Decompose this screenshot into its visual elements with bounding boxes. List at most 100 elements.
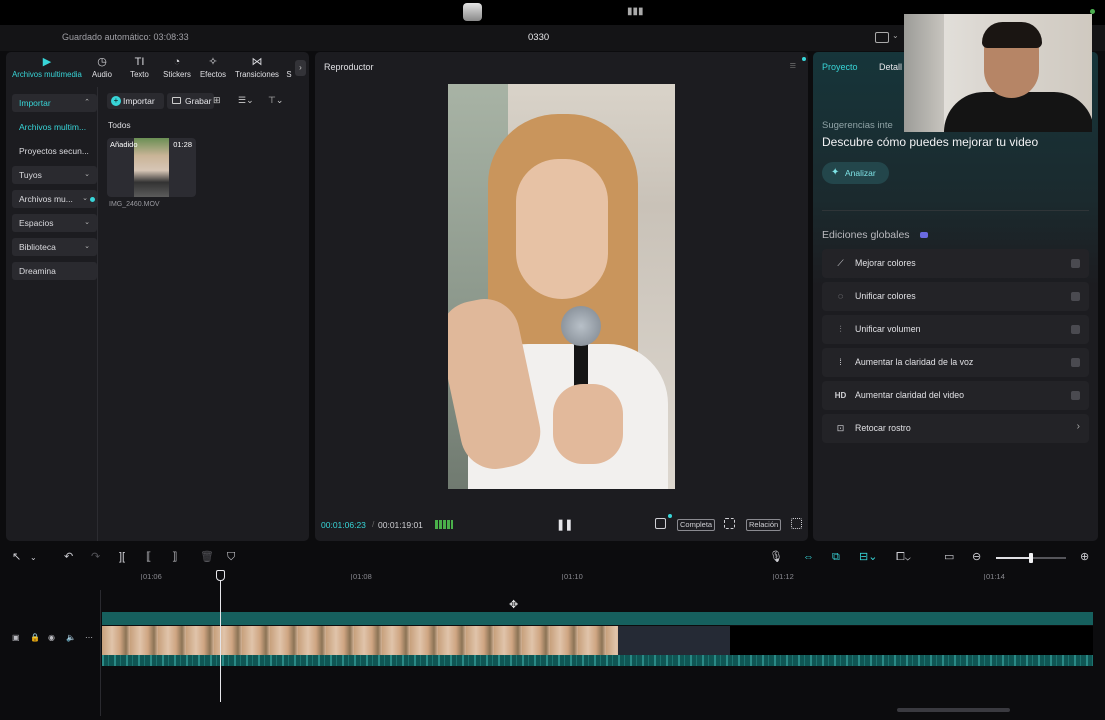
- tab-transitions[interactable]: ⋈ Transiciones: [235, 56, 279, 84]
- tab-more[interactable]: S: [285, 56, 293, 84]
- video-preview[interactable]: [448, 84, 675, 489]
- toggle-checkbox[interactable]: [1071, 259, 1080, 268]
- ai-badge-icon: [920, 232, 928, 238]
- ruler-label: 01:06: [143, 572, 162, 581]
- redo-icon[interactable]: ↷: [91, 551, 100, 564]
- ratio-button[interactable]: Relación: [746, 519, 782, 531]
- toggle-checkbox[interactable]: [1071, 292, 1080, 301]
- nav-importar[interactable]: Importar ⌃: [12, 94, 97, 112]
- eye-icon[interactable]: ◉: [48, 633, 55, 642]
- fullscreen-icon[interactable]: [791, 518, 802, 529]
- chevron-right-icon[interactable]: ›: [295, 60, 306, 76]
- media-item[interactable]: Añadido 01:28: [107, 138, 196, 197]
- zoom-slider[interactable]: [996, 553, 1066, 563]
- magic-wand-icon: ⟋: [837, 258, 844, 268]
- global-edits-title: Ediciones globales: [822, 229, 910, 241]
- lock-icon[interactable]: 🔒: [30, 633, 40, 642]
- analyze-button[interactable]: ✦ Analizar: [822, 162, 889, 184]
- record-label: Grabar: [185, 96, 212, 106]
- magnet-icon[interactable]: ⧉: [832, 551, 840, 564]
- nav-proyectos-secundarios[interactable]: Proyectos secun...: [12, 142, 97, 160]
- global-item-unificar-volumen[interactable]: ⫶ Unificar volumen: [822, 315, 1089, 344]
- tab-label: Stickers: [163, 70, 191, 79]
- preview-axis-icon[interactable]: ⧠⌄: [896, 551, 911, 564]
- global-item-claridad-voz[interactable]: ⁞ Aumentar la claridad de la voz: [822, 348, 1089, 377]
- voice-enhance-icon: ⁞: [839, 357, 842, 367]
- snap-icon[interactable]: ⊟⌄: [859, 551, 877, 564]
- tab-audio[interactable]: ◷ Audio: [89, 56, 115, 84]
- toggle-checkbox[interactable]: [1071, 391, 1080, 400]
- clip-label-band[interactable]: [102, 612, 1093, 625]
- horizontal-scrollbar[interactable]: [897, 708, 1010, 712]
- split-right-icon[interactable]: ⟧: [172, 551, 177, 564]
- global-item-retocar-rostro[interactable]: ⊡ Retocar rostro ›: [822, 414, 1089, 443]
- tab-stickers[interactable]: ◔ Stickers: [161, 56, 193, 84]
- nav-biblioteca[interactable]: Biblioteca ⌄: [12, 238, 97, 256]
- record-button[interactable]: Grabar: [167, 93, 214, 109]
- microphone-icon[interactable]: 🎙: [769, 551, 783, 564]
- cover-icon[interactable]: ▣: [12, 633, 20, 642]
- menu-icon[interactable]: ≡: [790, 60, 796, 72]
- timeline-ruler[interactable]: 01:06 01:08 01:10 01:12 01:14: [101, 570, 1100, 586]
- app-icon[interactable]: [463, 3, 482, 21]
- video-clip[interactable]: [102, 626, 618, 655]
- filter-icon[interactable]: ⊤⌄: [268, 95, 283, 106]
- chevron-down-icon[interactable]: ⌄: [892, 31, 899, 40]
- media-filename: IMG_2460.MOV: [109, 201, 160, 208]
- tab-media[interactable]: ▶ Archivos multimedia: [9, 56, 85, 84]
- full-quality-button[interactable]: Completa: [677, 519, 716, 531]
- playhead[interactable]: [220, 576, 221, 702]
- face-retouch-icon: ⊡: [836, 423, 845, 433]
- delete-icon[interactable]: 🗑: [200, 551, 214, 564]
- nav-espacios[interactable]: Espacios ⌄: [12, 214, 97, 232]
- notification-dot: [668, 514, 672, 518]
- autosave-label: Guardado automático: 03:08:33: [62, 32, 189, 42]
- nav-label: Proyectos secun...: [19, 146, 89, 156]
- zoom-out-icon[interactable]: ⊖: [972, 551, 981, 564]
- nav-archivos-mu[interactable]: Archivos mu... ⌄: [12, 190, 97, 208]
- tab-detalles[interactable]: Detall: [879, 62, 902, 72]
- chevron-down-icon[interactable]: ⌄: [30, 551, 37, 564]
- speaker-icon[interactable]: 🔈: [66, 633, 76, 642]
- select-tool-icon[interactable]: ↖: [12, 551, 21, 564]
- media-duration: 01:28: [173, 140, 192, 149]
- nav-tuyos[interactable]: Tuyos ⌄: [12, 166, 97, 184]
- link-clips-icon[interactable]: ⇔: [803, 551, 814, 564]
- toggle-checkbox[interactable]: [1071, 325, 1080, 334]
- tiktok-icon[interactable]: [655, 518, 666, 529]
- playhead-handle[interactable]: [216, 570, 225, 581]
- grid-view-icon[interactable]: ⊞: [213, 95, 221, 106]
- notification-dot: [802, 57, 806, 61]
- thumbnail-icon[interactable]: ▭: [944, 551, 954, 564]
- tab-effects[interactable]: ✧ Efectos: [199, 56, 227, 84]
- global-item-unificar-colores[interactable]: ◌ Unificar colores: [822, 282, 1089, 311]
- nav-archivos-multimedia[interactable]: Archivos multim...: [12, 118, 97, 136]
- import-button[interactable]: + Importar: [107, 93, 164, 109]
- sort-icon[interactable]: ☰⌄: [238, 95, 254, 106]
- pause-button[interactable]: ❚❚: [556, 518, 573, 531]
- shield-icon[interactable]: ⛉: [227, 551, 235, 564]
- more-icon[interactable]: ⋯: [85, 633, 93, 642]
- toggle-checkbox[interactable]: [1071, 358, 1080, 367]
- nav-dreamina[interactable]: Dreamina: [12, 262, 97, 280]
- global-item-mejorar-colores[interactable]: ⟋ Mejorar colores: [822, 249, 1089, 278]
- global-item-label: Unificar colores: [855, 291, 916, 301]
- sticker-icon: ◔: [173, 56, 181, 68]
- global-item-claridad-video[interactable]: HD Aumentar claridad del video: [822, 381, 1089, 410]
- nav-label: Archivos mu...: [19, 194, 73, 204]
- undo-icon[interactable]: ↶: [64, 551, 73, 564]
- split-left-icon[interactable]: ⟦: [146, 551, 151, 564]
- tab-text[interactable]: TI Texto: [127, 56, 152, 84]
- split-icon[interactable]: ][: [119, 551, 125, 564]
- sparkle-icon: ✦: [831, 167, 840, 178]
- zoom-in-icon[interactable]: ⊕: [1080, 551, 1089, 564]
- zoom-slider-handle[interactable]: [1029, 553, 1033, 563]
- media-tabs: ▶ Archivos multimedia ◷ Audio TI Texto ◔…: [6, 52, 309, 85]
- layout-icon[interactable]: [875, 32, 889, 43]
- project-name[interactable]: 0330: [528, 32, 549, 43]
- divider: [822, 210, 1089, 211]
- nav-label: Dreamina: [19, 266, 56, 276]
- added-badge: Añadido: [110, 140, 138, 149]
- tab-proyecto[interactable]: Proyecto: [822, 62, 858, 72]
- screenshot-icon[interactable]: [724, 518, 735, 529]
